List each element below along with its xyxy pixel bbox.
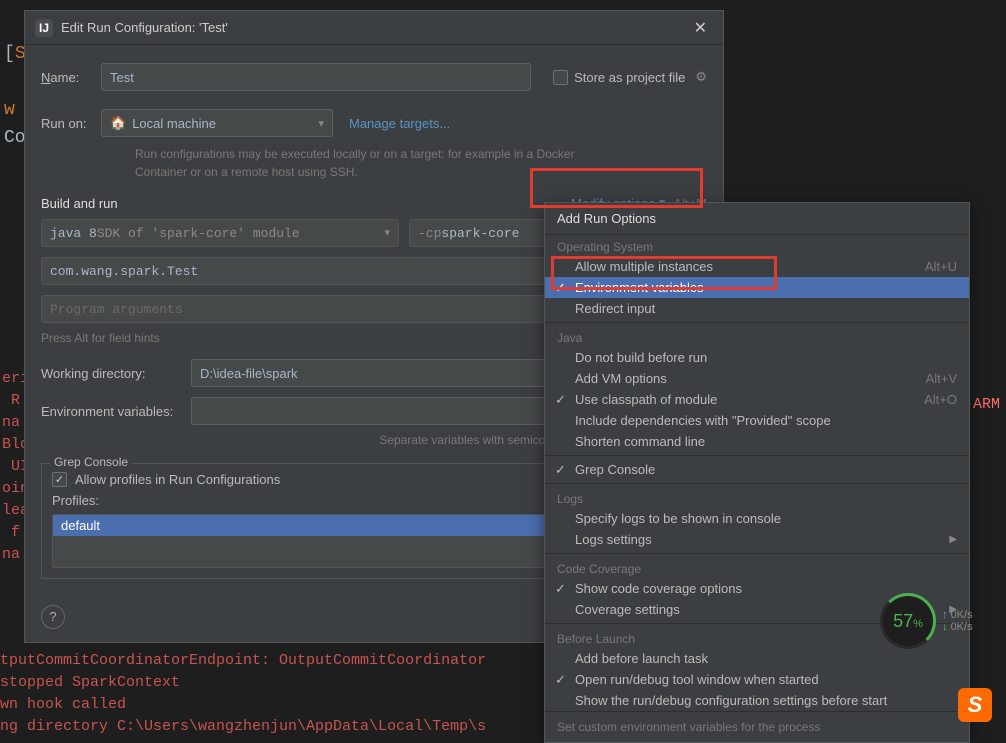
- allow-profiles-label: Allow profiles in Run Configurations: [75, 472, 280, 487]
- arrow-up-icon: ↑: [942, 609, 948, 621]
- popup-item-redirect-input[interactable]: Redirect input: [545, 298, 969, 319]
- working-dir-label: Working directory:: [41, 366, 191, 381]
- check-icon: ✓: [555, 280, 566, 296]
- env-vars-label: Environment variables:: [41, 404, 191, 419]
- chevron-right-icon: ▶: [949, 534, 957, 545]
- close-icon[interactable]: ✕: [688, 18, 713, 38]
- popup-item-grep-console[interactable]: ✓ Grep Console: [545, 459, 969, 480]
- popup-item-use-classpath[interactable]: ✓ Use classpath of moduleAlt+O: [545, 389, 969, 410]
- popup-item-no-build[interactable]: Do not build before run: [545, 347, 969, 368]
- check-icon: ✓: [555, 581, 566, 597]
- popup-title: Add Run Options: [545, 203, 969, 235]
- perf-widget[interactable]: 57% ↑ 0K/s ↓ 0K/s: [880, 592, 990, 650]
- name-label: Name:: [41, 70, 101, 85]
- ime-badge[interactable]: S: [958, 688, 992, 722]
- popup-section-coverage: Code Coverage: [545, 557, 969, 578]
- arrow-down-icon: ↓: [942, 621, 948, 633]
- popup-item-env-vars[interactable]: ✓ Environment variables: [545, 277, 969, 298]
- popup-section-java: Java: [545, 326, 969, 347]
- perf-ring: 57%: [880, 593, 936, 649]
- build-run-title: Build and run: [41, 196, 118, 211]
- check-icon: ✓: [555, 672, 566, 688]
- popup-item-shorten-cmd[interactable]: Shorten command line: [545, 431, 969, 452]
- jdk-select[interactable]: java 8 SDK of 'spark-core' module: [41, 219, 399, 247]
- run-on-value: Local machine: [132, 116, 216, 131]
- manage-targets-link[interactable]: Manage targets...: [349, 116, 450, 131]
- store-as-project-label: Store as project file: [574, 70, 685, 85]
- popup-section-os: Operating System: [545, 235, 969, 256]
- popup-item-specify-logs[interactable]: Specify logs to be shown in console: [545, 508, 969, 529]
- popup-item-add-before[interactable]: Add before launch task: [545, 648, 969, 669]
- name-input[interactable]: [101, 63, 531, 91]
- help-button[interactable]: ?: [41, 605, 65, 629]
- run-on-label: Run on:: [41, 116, 101, 131]
- add-run-options-popup: Add Run Options Operating System Allow m…: [544, 202, 970, 743]
- grep-console-legend: Grep Console: [50, 455, 132, 469]
- popup-item-show-before-start[interactable]: Show the run/debug configuration setting…: [545, 690, 969, 711]
- run-on-hint: Run configurations may be executed local…: [135, 145, 595, 181]
- popup-item-include-provided[interactable]: Include dependencies with "Provided" sco…: [545, 410, 969, 431]
- check-icon: ✓: [555, 462, 566, 478]
- gear-icon[interactable]: ⚙: [695, 69, 707, 85]
- intellij-icon: IJ: [35, 19, 53, 37]
- popup-section-logs: Logs: [545, 487, 969, 508]
- main-class-value: com.wang.spark.Test: [50, 264, 198, 279]
- net-stats: ↑ 0K/s ↓ 0K/s: [942, 609, 973, 633]
- allow-profiles-checkbox[interactable]: [52, 472, 67, 487]
- dialog-titlebar[interactable]: IJ Edit Run Configuration: 'Test' ✕: [25, 11, 723, 45]
- popup-footer: Set custom environment variables for the…: [545, 711, 969, 742]
- popup-item-logs-settings[interactable]: Logs settings▶: [545, 529, 969, 550]
- program-args-placeholder: Program arguments: [50, 302, 183, 317]
- check-icon: ✓: [555, 392, 566, 408]
- run-on-select[interactable]: 🏠 Local machine: [101, 109, 333, 137]
- home-icon: 🏠: [110, 115, 126, 131]
- store-as-project-checkbox[interactable]: [553, 70, 568, 85]
- popup-item-open-tool[interactable]: ✓ Open run/debug tool window when starte…: [545, 669, 969, 690]
- dialog-title: Edit Run Configuration: 'Test': [61, 20, 688, 35]
- popup-item-vm-options[interactable]: Add VM optionsAlt+V: [545, 368, 969, 389]
- popup-item-allow-multiple[interactable]: Allow multiple instancesAlt+U: [545, 256, 969, 277]
